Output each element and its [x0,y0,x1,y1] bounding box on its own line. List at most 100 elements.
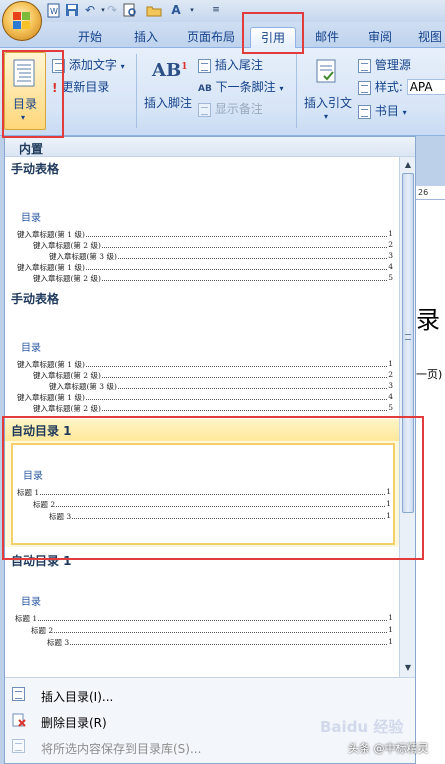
preview-heading: 目录 [23,471,43,482]
scroll-up-arrow-icon[interactable]: ▲ [403,160,413,170]
gallery-scrollbar[interactable]: ▲ ▼ [399,157,415,677]
delete-toc-icon [12,713,26,727]
toc-preview: 目录 标题 11 标题 21 标题 31 [11,571,395,675]
print-preview-icon[interactable] [122,3,138,18]
quick-access-toolbar: W ↶ ▾ ↷ A ▾ ≡ [0,0,445,22]
preview-line: 键入章标题(第 3 级) 3 [49,251,393,261]
next-footnote-icon: AB [198,84,212,94]
document-heading-char: 录 [416,306,440,334]
footnote-ab-icon: AB1 [152,60,188,81]
manage-sources-button[interactable]: 管理源 [358,56,411,73]
chevron-down-icon: ▾ [21,113,26,122]
tab-home[interactable]: 开始 [68,27,112,48]
preview-line: 键入章标题(第 2 级) 2 [33,370,393,380]
tab-page-layout[interactable]: 页面布局 [180,27,242,48]
bibliography-icon [358,104,371,119]
preview-line: 标题 21 [33,499,391,509]
toc-gallery-item-auto-1-hover[interactable]: 自动目录 1 目录 标题 11 标题 21 标题 31 [5,419,399,547]
dropdown-arrow-icon[interactable]: ▾ [184,3,200,18]
insert-toc-icon [12,687,25,701]
add-text-button[interactable]: 添加文字 ▾ [52,56,125,73]
toc-gallery-item-auto-1[interactable]: 自动目录 1 目录 标题 11 标题 21 标题 31 [5,549,399,677]
update-toc-label: 更新目录 [61,80,110,94]
add-text-label: 添加文字 [68,58,117,72]
preview-line: 标题 11 [17,487,391,497]
toc-document-icon [12,59,38,89]
preview-line: 键入章标题(第 2 级) 5 [33,273,393,283]
preview-line: 键入章标题(第 2 级) 2 [33,240,393,250]
update-toc-icon: ! [52,80,58,95]
tab-review[interactable]: 审阅 [358,27,402,48]
update-toc-button[interactable]: ! 更新目录 [52,78,109,95]
insert-endnote-label: 插入尾注 [214,58,263,72]
style-label: 样式: [374,80,403,94]
next-footnote-button[interactable]: AB 下一条脚注 ▾ [198,78,284,95]
insert-toc-menu-item[interactable]: 插入目录(I)... [5,682,415,708]
bibliography-button[interactable]: 书目 ▾ [358,102,407,119]
toc-gallery-item-manual-2[interactable]: 手动表格 目录 键入章标题(第 1 级) 1 键入章标题(第 2 级) 2 键入章标… [5,287,399,417]
office-button[interactable] [2,1,42,41]
insert-toc-label: 插入目录(I)... [41,690,114,704]
show-notes-label: 显示备注 [214,102,263,116]
scroll-down-arrow-icon[interactable]: ▼ [403,663,413,673]
preview-line: 键入章标题(第 1 级) 4 [17,262,393,272]
insert-citation-label: 插入引文 [304,96,353,110]
add-text-icon [52,58,65,73]
preview-line: 标题 31 [47,637,393,647]
toc-gallery-item-manual-1[interactable]: 手动表格 目录 键入章标题(第 1 级) 1 键入章标题(第 2 级) 2 键入章标… [5,157,399,287]
insert-footnote-label: 插入脚注 [144,96,193,110]
insert-citation-button[interactable]: 插入引文 ▾ [300,54,356,128]
format-icon[interactable]: A [168,3,184,18]
preview-line: 标题 11 [15,613,393,623]
open-icon[interactable] [146,3,162,18]
toc-preview: 目录 标题 11 标题 21 标题 31 [11,443,395,545]
preview-line: 标题 31 [49,511,391,521]
gallery-item-title: 手动表格 [11,162,60,176]
toc-gallery-dropdown: 内置 手动表格 目录 键入章标题(第 1 级) 1 键入章标题(第 2 级) 2 键… [4,136,416,764]
gallery-item-title: 自动目录 1 [5,419,399,441]
preview-line: 键入章标题(第 1 级) 1 [17,229,393,239]
tab-view[interactable]: 视图 [410,27,445,48]
group-separator [296,54,297,128]
preview-heading: 目录 [21,343,41,354]
insert-footnote-button[interactable]: AB1 插入脚注 [140,54,198,124]
show-notes-button[interactable]: 显示备注 [198,100,263,117]
baidu-watermark: Baidu 经验 [320,718,404,736]
style-icon [358,80,371,95]
chevron-down-icon: ▾ [120,62,125,71]
ribbon-tabs: 开始 插入 页面布局 引用 邮件 审阅 视图 [0,22,445,48]
style-selector[interactable]: 样式: APA [358,78,445,95]
document-area[interactable]: 录 一页) [414,200,445,764]
tab-mailings[interactable]: 邮件 [304,27,350,48]
scroll-thumb[interactable] [402,173,414,513]
save-to-gallery-icon [12,739,25,753]
chevron-down-icon: ▾ [324,112,329,121]
watermark: Baidu 经验 头条 @中标精灵 [320,716,440,760]
gallery-item-title: 手动表格 [11,292,60,306]
document-line-text: 一页) [416,368,443,381]
preview-line: 键入章标题(第 1 级) 1 [17,359,393,369]
toc-button[interactable]: 目录 ▾ [4,52,46,130]
preview-line: 键入章标题(第 3 级) 3 [49,381,393,391]
citation-icon [314,58,340,91]
toc-preview: 目录 键入章标题(第 1 级) 1 键入章标题(第 2 级) 2 键入章标题(第 3… [11,309,395,415]
word-doc-icon[interactable]: W [46,3,62,18]
preview-line: 标题 21 [31,625,393,635]
save-selection-label: 将所选内容保存到目录库(S)... [41,742,202,756]
office-logo-icon [13,12,31,30]
ruler-number: 26 [418,188,429,197]
grip-icon [405,334,411,340]
show-notes-icon [198,102,211,117]
tab-references[interactable]: 引用 [250,27,296,48]
delete-toc-label: 删除目录(R) [41,716,107,730]
toc-preview: 目录 键入章标题(第 1 级) 1 键入章标题(第 2 级) 2 键入章标题(第 3… [11,179,395,285]
toc-button-label: 目录 [13,97,38,111]
customize-icon[interactable]: ≡ [208,3,224,18]
preview-heading: 目录 [21,213,41,224]
style-value[interactable]: APA [406,79,445,95]
endnote-icon [198,58,211,73]
insert-endnote-button[interactable]: 插入尾注 [198,56,263,73]
save-icon[interactable] [64,3,80,18]
tab-insert[interactable]: 插入 [124,27,168,48]
redo-icon[interactable]: ↷ [104,3,120,18]
